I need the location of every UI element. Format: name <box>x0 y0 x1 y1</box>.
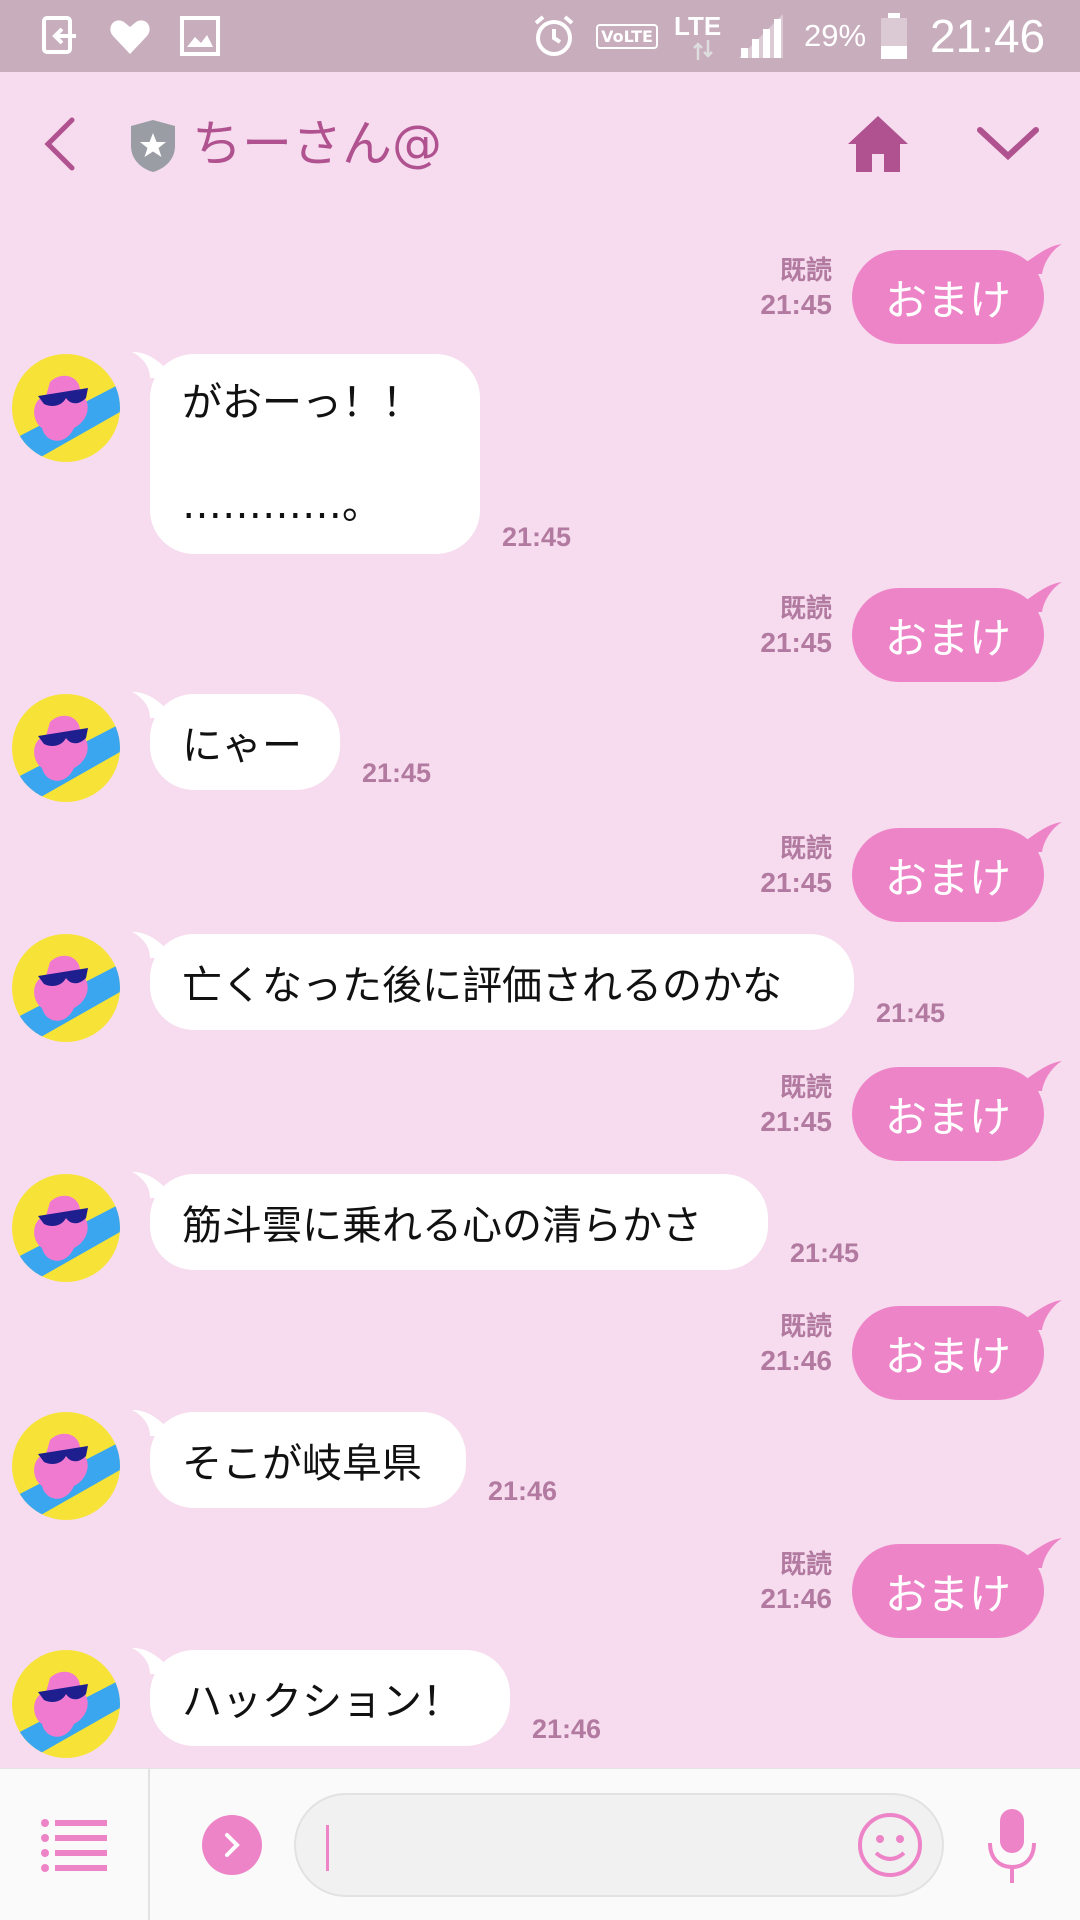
avatar[interactable] <box>12 354 120 462</box>
text-cursor <box>326 1825 329 1871</box>
incoming-bubble[interactable]: そこが岐阜県 <box>150 1412 466 1508</box>
message-time: 21:46 <box>760 1583 832 1614</box>
message-list[interactable]: 既読 21:45 おまけ がおーっ！！ …………。 21:45 既読 21:45 おまけ にゃー… <box>0 214 1080 1768</box>
read-label: 既読 <box>779 256 832 286</box>
chevron-down-icon <box>977 127 1039 161</box>
chat-title[interactable]: ちーさん@ <box>192 108 442 180</box>
avatar[interactable] <box>12 934 120 1042</box>
avatar[interactable] <box>12 694 120 802</box>
read-receipt: 既読 21:45 <box>760 1071 832 1139</box>
volte-icon: VoLTE <box>596 0 658 72</box>
incoming-bubble[interactable]: 亡くなった後に評価されるのかな <box>150 934 854 1030</box>
read-label: 既読 <box>779 1073 832 1103</box>
message-time: 21:45 <box>760 1106 832 1137</box>
outgoing-message: 既読 21:45 おまけ <box>0 572 1080 682</box>
avatar[interactable] <box>12 1174 120 1282</box>
message-time: 21:45 <box>790 1238 860 1268</box>
read-receipt: 既読 21:45 <box>760 832 832 900</box>
incoming-bubble[interactable]: ハックション！ <box>150 1650 510 1746</box>
message-line: がおーっ！！ <box>182 380 422 426</box>
shield-star-icon <box>128 118 178 174</box>
menu-list-icon <box>41 1819 107 1872</box>
message-time: 21:45 <box>502 522 572 552</box>
message-text: そこが岐阜県 <box>182 1441 422 1487</box>
menu-button[interactable] <box>0 1769 150 1920</box>
incoming-bubble[interactable]: 筋斗雲に乗れる心の清らかさ <box>150 1174 768 1270</box>
outgoing-message: 既読 21:46 おまけ <box>0 1528 1080 1638</box>
message-input[interactable] <box>294 1793 944 1897</box>
emoji-icon <box>858 1813 922 1877</box>
home-button[interactable] <box>846 112 910 176</box>
expand-arrow-icon <box>225 1833 240 1857</box>
outgoing-bubble[interactable]: おまけ <box>852 588 1044 682</box>
voice-button[interactable] <box>980 1805 1044 1889</box>
message-time: 21:45 <box>876 998 946 1028</box>
read-label: 既読 <box>779 834 832 864</box>
battery-percent: 29% <box>804 18 867 53</box>
image-icon <box>174 0 226 72</box>
message-time: 21:46 <box>488 1476 558 1506</box>
status-bar: VoLTE LTE 29% 21:46 <box>0 0 1080 72</box>
message-line: …………。 <box>182 482 382 528</box>
home-icon <box>848 116 908 172</box>
message-text: にゃー <box>182 723 302 769</box>
avatar[interactable] <box>12 1412 120 1520</box>
message-time: 21:45 <box>362 758 432 788</box>
battery-icon <box>876 0 912 72</box>
incoming-message: そこが岐阜県 21:46 <box>0 1410 1080 1528</box>
microphone-icon <box>988 1809 1036 1883</box>
incoming-message: にゃー 21:45 <box>0 692 1080 810</box>
outgoing-bubble[interactable]: おまけ <box>852 828 1044 922</box>
download-icon <box>34 0 86 72</box>
incoming-message: 筋斗雲に乗れる心の清らかさ 21:45 <box>0 1172 1080 1290</box>
incoming-message: 亡くなった後に評価されるのかな 21:45 <box>0 932 1080 1050</box>
message-line <box>182 432 195 476</box>
emoji-button[interactable] <box>856 1811 924 1879</box>
outgoing-message: 既読 21:45 おまけ <box>0 234 1080 344</box>
heart-icon <box>104 0 156 72</box>
message-time: 21:45 <box>760 867 832 898</box>
message-time: 21:46 <box>532 1714 602 1744</box>
input-bar <box>0 1768 1080 1920</box>
expand-button[interactable] <box>202 1815 262 1875</box>
message-text: 亡くなった後に評価されるのかな <box>182 963 782 1009</box>
outgoing-message: 既読 21:46 おまけ <box>0 1290 1080 1400</box>
message-time: 21:45 <box>760 627 832 658</box>
message-text: ハックション！ <box>182 1679 462 1725</box>
read-label: 既読 <box>779 1550 832 1580</box>
clock: 21:46 <box>930 10 1046 62</box>
signal-icon <box>736 0 786 72</box>
message-time: 21:45 <box>760 289 832 320</box>
outgoing-bubble[interactable]: おまけ <box>852 250 1044 344</box>
incoming-bubble[interactable]: にゃー <box>150 694 340 790</box>
read-label: 既読 <box>779 1312 832 1342</box>
message-time: 21:46 <box>760 1345 832 1376</box>
incoming-bubble[interactable]: がおーっ！！ …………。 <box>150 354 480 554</box>
read-label: 既読 <box>779 594 832 624</box>
alarm-icon <box>528 0 580 72</box>
read-receipt: 既読 21:46 <box>760 1548 832 1616</box>
message-text: 筋斗雲に乗れる心の清らかさ <box>182 1203 702 1249</box>
avatar[interactable] <box>12 1650 120 1758</box>
menu-dropdown-button[interactable] <box>972 112 1044 176</box>
outgoing-message: 既読 21:45 おまけ <box>0 1051 1080 1161</box>
back-chevron-icon <box>44 117 75 171</box>
chat-header: ちーさん@ <box>0 72 1080 214</box>
read-receipt: 既読 21:46 <box>760 1310 832 1378</box>
outgoing-bubble[interactable]: おまけ <box>852 1306 1044 1400</box>
back-button[interactable] <box>30 112 90 176</box>
outgoing-bubble[interactable]: おまけ <box>852 1544 1044 1638</box>
outgoing-bubble[interactable]: おまけ <box>852 1067 1044 1161</box>
incoming-message: ハックション！ 21:46 <box>0 1648 1080 1766</box>
outgoing-message: 既読 21:45 おまけ <box>0 812 1080 922</box>
read-receipt: 既読 21:45 <box>760 592 832 660</box>
incoming-message: がおーっ！！ …………。 21:45 <box>0 352 1080 574</box>
read-receipt: 既読 21:45 <box>760 254 832 322</box>
